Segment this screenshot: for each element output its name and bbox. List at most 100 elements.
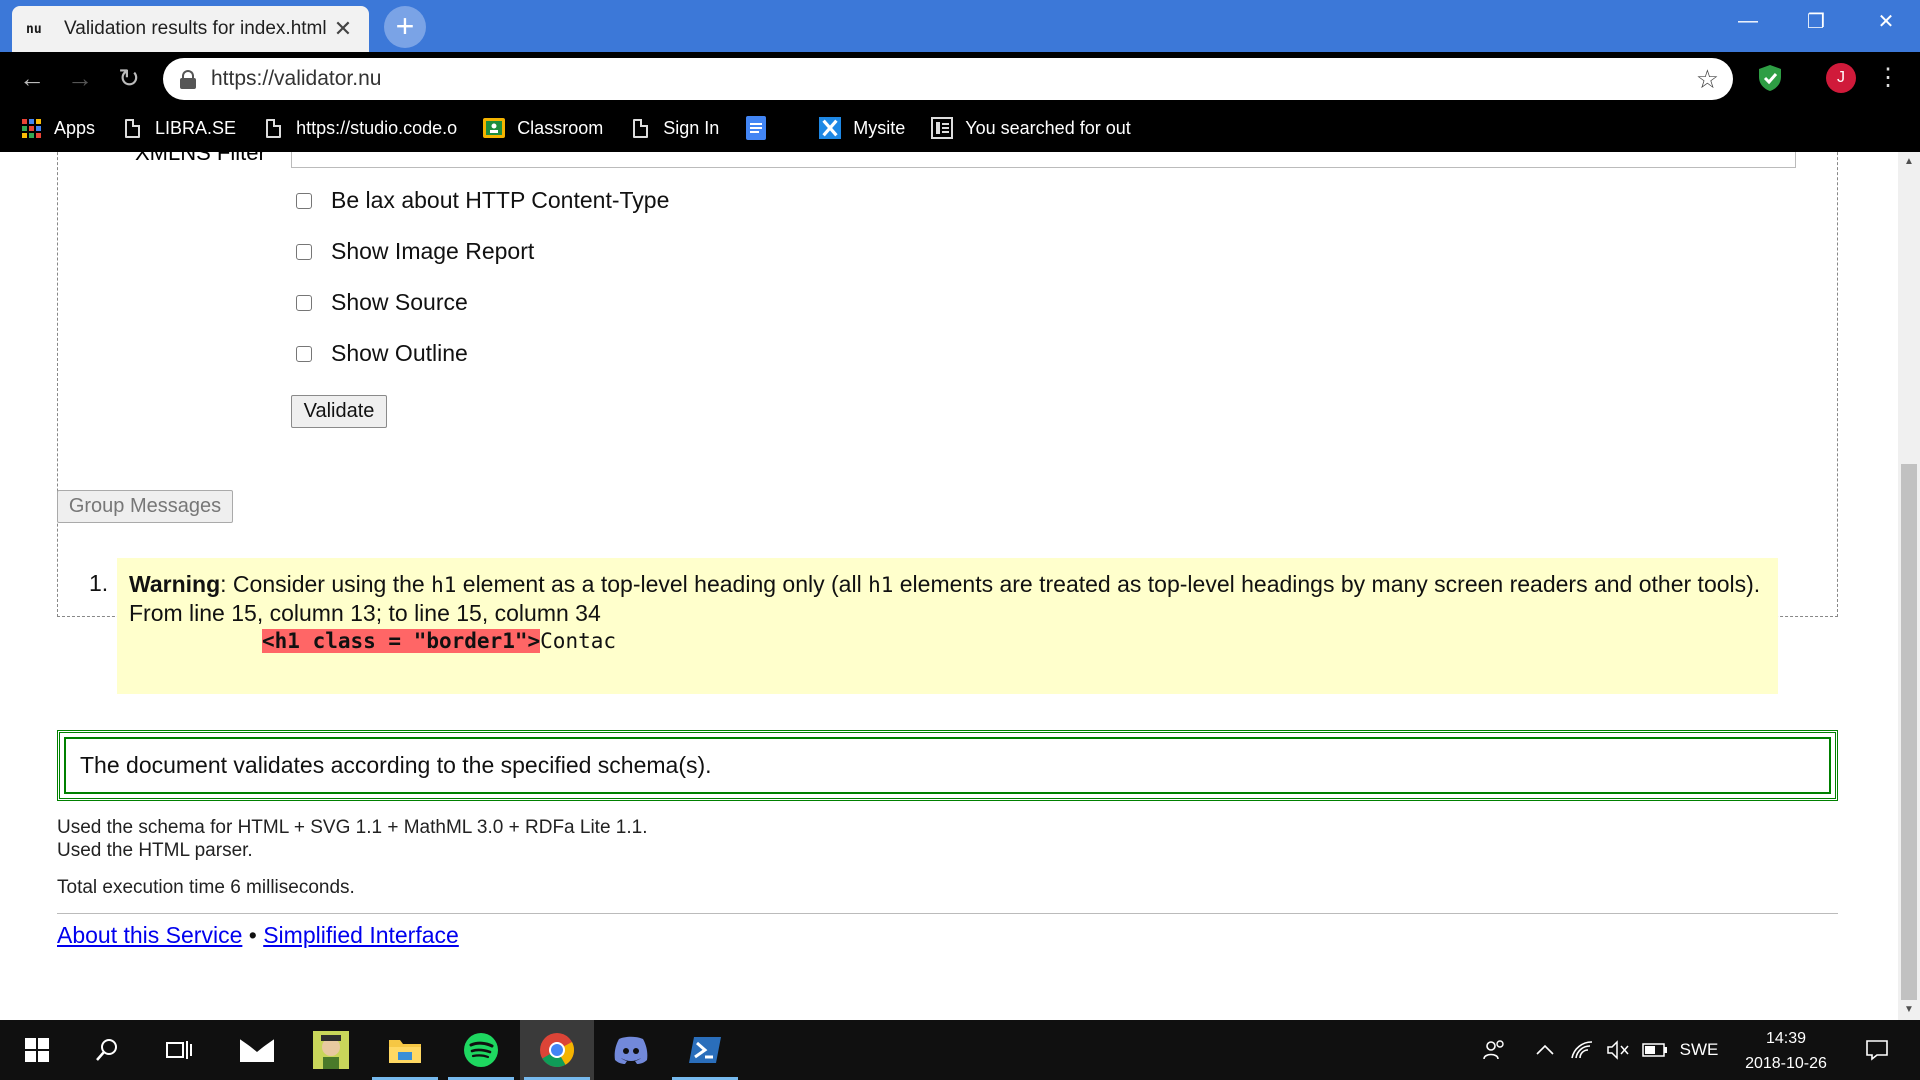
profile-avatar[interactable]: J [1826,63,1856,93]
page-icon [629,117,651,139]
mysite-icon [819,117,842,139]
reload-icon[interactable]: ↻ [111,60,147,96]
lax-content-type-checkbox[interactable] [296,192,312,209]
simplified-interface-link[interactable]: Simplified Interface [263,922,459,948]
clock-time: 14:39 [1765,1030,1807,1047]
option-label: Show Source [331,289,468,315]
bookmark-label: Mysite [853,117,906,138]
extract-rest: Contac [540,629,617,653]
option-show-outline[interactable]: Show Outline [296,340,468,367]
message-type: Warning [129,571,221,597]
extract-highlight: <h1 class = "border1"> [262,629,541,653]
parser-info: Used the HTML parser. [57,840,253,861]
spotify-icon[interactable] [444,1020,518,1080]
bookmark-studio-code[interactable]: https://studio.code.o [262,117,457,139]
people-icon[interactable] [1476,1020,1512,1080]
browser-toolbar: ← → ↻ https://validator.nu ☆ J ⋮ [0,52,1920,104]
mail-icon[interactable] [220,1020,294,1080]
clock[interactable]: 14:39 2018-10-26 [1726,1026,1846,1076]
xmlns-filter-label: XMLNS Filter [135,152,266,165]
source-extract: <h1 class = "border1">Contac [262,627,1766,655]
game-app-icon[interactable] [294,1020,368,1080]
show-source-checkbox[interactable] [296,294,312,311]
bookmark-sign-in[interactable]: Sign In [629,117,719,139]
minimize-icon[interactable]: — [1714,0,1782,42]
search-icon[interactable] [70,1020,144,1080]
bookmark-label: LIBRA.SE [155,117,237,138]
chevron-up-icon[interactable] [1528,1020,1562,1080]
file-explorer-icon[interactable] [368,1020,442,1080]
message-text: elements are treated as top-level headin… [893,571,1761,597]
forward-icon[interactable]: → [62,60,98,96]
message-text: : Consider using the [220,571,432,597]
address-bar[interactable]: https://validator.nu ☆ [163,58,1733,100]
message-code: h1 [868,573,894,597]
url-text[interactable]: https://validator.nu [211,67,1696,91]
language-indicator[interactable]: SWE [1676,1020,1722,1080]
tab-strip: nu Validation results for index.html ✕ +… [0,0,1920,52]
message-code: h1 [431,573,457,597]
wifi-icon[interactable] [1566,1020,1598,1080]
validate-button[interactable]: Validate [291,395,387,428]
schema-info: Used the schema for HTML + SVG 1.1 + Mat… [57,817,648,838]
notifications-icon[interactable] [1852,1020,1902,1080]
message-location: From line 15, column 13; to line 15, col… [129,600,601,626]
tab-close-icon[interactable]: ✕ [331,16,355,41]
back-icon[interactable]: ← [14,60,50,96]
image-report-checkbox[interactable] [296,243,312,260]
restore-icon[interactable]: ❐ [1782,0,1850,42]
execution-time: Total execution time 6 milliseconds. [57,877,355,898]
volume-muted-icon[interactable] [1602,1020,1634,1080]
bookmark-apps[interactable]: Apps [20,117,95,139]
xmlns-filter-input[interactable] [291,152,1796,168]
footer-separator: • [248,922,257,948]
option-label: Show Outline [331,340,468,366]
validator-favicon-icon: nu [26,21,42,37]
bookmark-docs[interactable] [745,116,779,140]
show-outline-checkbox[interactable] [296,345,312,362]
page-icon [121,117,143,139]
option-image-report[interactable]: Show Image Report [296,238,534,265]
bookmark-mysite[interactable]: Mysite [819,117,905,139]
bookmark-classroom[interactable]: Classroom [483,117,603,139]
page-viewport: XMLNS Filter Be lax about HTTP Content-T… [0,152,1898,1020]
scroll-up-arrow-icon[interactable]: ▲ [1898,152,1920,172]
lock-icon [177,68,199,90]
about-service-link[interactable]: About this Service [57,922,242,948]
warning-message: Warning: Consider using the h1 element a… [117,558,1778,694]
scroll-down-arrow-icon[interactable]: ▼ [1898,1000,1920,1020]
discord-icon[interactable] [594,1020,668,1080]
shield-extension-icon[interactable] [1757,64,1783,92]
warning-text: Warning: Consider using the h1 element a… [129,570,1766,599]
validation-details: Used the schema for HTML + SVG 1.1 + Mat… [57,816,648,913]
bookmark-label: https://studio.code.o [296,117,458,138]
browser-tab[interactable]: nu Validation results for index.html ✕ [12,6,369,52]
chrome-icon[interactable] [520,1020,594,1080]
bookmark-libra[interactable]: LIBRA.SE [121,117,236,139]
menu-kebab-icon[interactable]: ⋮ [1876,64,1900,92]
bookmarks-bar: Apps LIBRA.SE https://studio.code.o Clas… [0,104,1920,152]
footer-links: About this Service • Simplified Interfac… [57,922,459,949]
option-show-source[interactable]: Show Source [296,289,468,316]
tab-title: Validation results for index.html [64,18,327,39]
window-close-icon[interactable]: ✕ [1852,0,1920,42]
classroom-icon [483,117,506,139]
new-tab-icon[interactable]: + [384,6,426,48]
scroll-thumb[interactable] [1901,464,1917,1000]
task-view-icon[interactable] [142,1020,216,1080]
clock-date: 2018-10-26 [1745,1055,1827,1072]
battery-icon[interactable] [1638,1020,1672,1080]
powershell-icon[interactable] [668,1020,742,1080]
option-lax-content-type[interactable]: Be lax about HTTP Content-Type [296,187,669,214]
bookmark-label: Sign In [663,117,720,138]
group-messages-button[interactable]: Group Messages [57,490,233,523]
bookmark-label: Classroom [517,117,604,138]
option-label: Show Image Report [331,238,535,264]
windows-start-icon[interactable] [0,1020,74,1080]
options-fieldset [57,152,1838,617]
bookmark-search-result[interactable]: You searched for out [931,117,1131,139]
page-scrollbar[interactable]: ▲ ▼ [1898,152,1920,1020]
search-result-icon [931,117,954,139]
bookmark-star-icon[interactable]: ☆ [1696,64,1719,95]
page-icon [262,117,284,139]
